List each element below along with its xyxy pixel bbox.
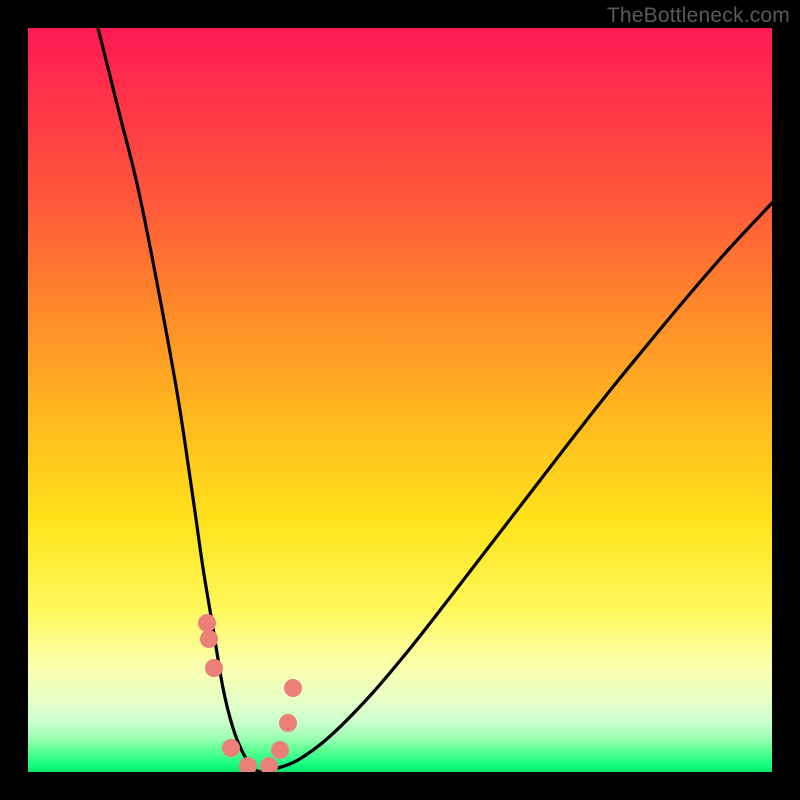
chart-frame: TheBottleneck.com [0, 0, 800, 800]
valley-marker-dot [222, 739, 240, 757]
valley-markers [198, 614, 302, 772]
valley-marker-dot [205, 659, 223, 677]
watermark-text: TheBottleneck.com [607, 4, 790, 28]
valley-marker-dot [279, 714, 297, 732]
curve-layer [28, 28, 772, 772]
plot-area [28, 28, 772, 772]
valley-marker-dot [239, 757, 257, 772]
valley-marker-dot [284, 679, 302, 697]
valley-marker-dot [271, 741, 289, 759]
bottleneck-curve [98, 28, 772, 772]
valley-marker-dot [260, 757, 278, 772]
valley-marker-dot [200, 630, 218, 648]
valley-marker-dot [198, 614, 216, 632]
